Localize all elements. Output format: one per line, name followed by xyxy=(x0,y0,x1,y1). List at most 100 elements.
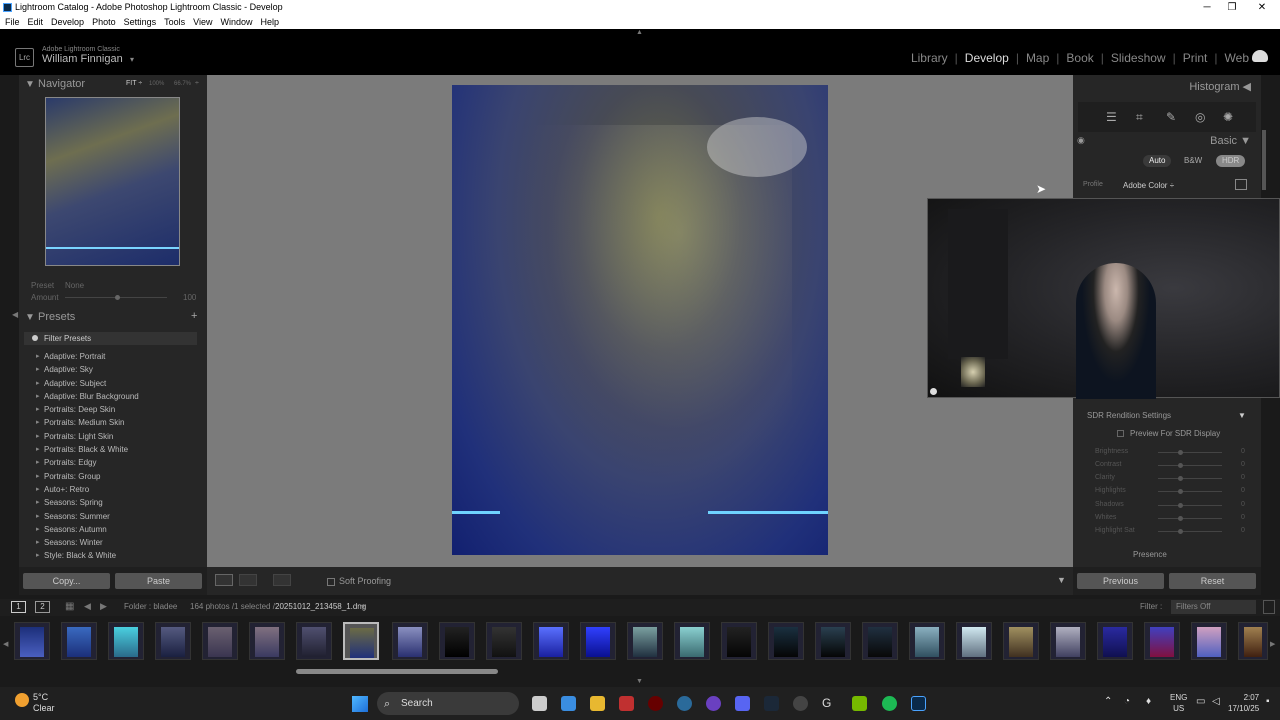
identity-dropdown-icon[interactable]: ▾ xyxy=(130,55,134,64)
module-slideshow[interactable]: Slideshow xyxy=(1111,51,1166,65)
treatment-auto[interactable]: Auto xyxy=(1143,155,1172,167)
reset-button[interactable]: Reset xyxy=(1169,573,1256,589)
filmstrip-thumb[interactable] xyxy=(580,622,616,660)
filmstrip-scrollbar[interactable] xyxy=(296,669,498,674)
whites-slider[interactable] xyxy=(1158,518,1222,519)
redeye-icon[interactable]: ◎ xyxy=(1195,110,1205,124)
preset-group[interactable]: Portraits: Deep Skin xyxy=(29,403,200,417)
clock[interactable]: 2:07 17/10/25 xyxy=(1228,692,1259,714)
network-icon[interactable]: ▭ xyxy=(1196,696,1205,707)
discord-icon[interactable] xyxy=(735,696,750,711)
selected-filename[interactable]: 20251012_213458_1.dng xyxy=(275,602,366,611)
sdr-preview-checkbox[interactable] xyxy=(1117,430,1124,437)
filmstrip-thumb[interactable] xyxy=(1238,622,1268,660)
preset-group[interactable]: Adaptive: Subject xyxy=(29,377,200,391)
menu-photo[interactable]: Photo xyxy=(92,15,116,29)
menu-develop[interactable]: Develop xyxy=(51,15,84,29)
filmstrip-thumb[interactable] xyxy=(439,622,475,660)
menu-window[interactable]: Window xyxy=(221,15,253,29)
notification-icon[interactable]: ▪ xyxy=(1266,696,1270,707)
lightroom-taskbar-icon[interactable] xyxy=(911,696,926,711)
tray-overflow-icon[interactable]: ⌃ xyxy=(1104,696,1112,707)
filter-presets-input[interactable]: Filter Presets xyxy=(24,332,197,345)
nvidia-icon[interactable] xyxy=(852,696,867,711)
module-print[interactable]: Print xyxy=(1183,51,1208,65)
filmstrip-thumb[interactable] xyxy=(674,622,710,660)
previous-button[interactable]: Previous xyxy=(1077,573,1164,589)
maximize-button[interactable]: ❐ xyxy=(1220,0,1244,15)
slider-knob[interactable] xyxy=(1178,516,1183,521)
file-explorer-icon[interactable] xyxy=(590,696,605,711)
taskbar-search[interactable]: ⌕ Search xyxy=(377,692,519,715)
main-photo[interactable] xyxy=(452,85,828,555)
filename-dropdown-icon[interactable]: ▾ xyxy=(361,602,365,611)
presets-title[interactable]: Presets xyxy=(38,311,75,323)
opera-icon[interactable] xyxy=(648,696,663,711)
contrast-slider[interactable] xyxy=(1158,465,1222,466)
filter-lock-icon[interactable] xyxy=(1263,600,1275,614)
slider-knob[interactable] xyxy=(1178,450,1183,455)
add-preset-button[interactable]: + xyxy=(191,310,197,322)
module-map[interactable]: Map xyxy=(1026,51,1049,65)
menu-tools[interactable]: Tools xyxy=(164,15,185,29)
filmstrip-thumb[interactable] xyxy=(1050,622,1086,660)
preset-group[interactable]: Seasons: Autumn xyxy=(29,523,200,537)
soft-proofing-checkbox[interactable] xyxy=(327,577,335,586)
soft-proofing-toggle[interactable]: Soft Proofing xyxy=(327,576,391,586)
spotify-icon[interactable] xyxy=(882,696,897,711)
app-icon[interactable] xyxy=(706,696,721,711)
filmstrip-thumb[interactable] xyxy=(14,622,50,660)
before-after-icon[interactable] xyxy=(239,574,257,586)
module-develop[interactable]: Develop xyxy=(965,51,1009,65)
amount-slider-knob[interactable] xyxy=(115,295,120,300)
filmstrip-thumb[interactable] xyxy=(1144,622,1180,660)
collapse-bottom-icon[interactable]: ▼ xyxy=(636,678,643,685)
filmstrip-thumb[interactable] xyxy=(1097,622,1133,660)
weather-desc[interactable]: Clear xyxy=(33,703,55,713)
filmstrip-thumb[interactable] xyxy=(909,622,945,660)
cloud-sync-icon[interactable] xyxy=(1252,50,1268,62)
filmstrip-thumb[interactable] xyxy=(533,622,569,660)
preset-group[interactable]: Style: Black & White xyxy=(29,549,200,563)
edit-sliders-icon[interactable]: ☰ xyxy=(1106,110,1117,124)
app-icon[interactable] xyxy=(619,696,634,711)
preset-group[interactable]: Adaptive: Blur Background xyxy=(29,390,200,404)
paste-button[interactable]: Paste xyxy=(115,573,202,589)
preset-group[interactable]: Portraits: Group xyxy=(29,470,200,484)
filmstrip-thumb[interactable] xyxy=(1191,622,1227,660)
filmstrip-left-icon[interactable]: ◀ xyxy=(3,640,8,648)
sdr-title[interactable]: SDR Rendition Settings xyxy=(1087,411,1171,420)
preset-none-value[interactable]: None xyxy=(65,281,84,290)
preset-group[interactable]: Auto+: Retro xyxy=(29,483,200,497)
main-window-button[interactable]: 1 xyxy=(11,601,26,613)
copy-button[interactable]: Copy... xyxy=(23,573,110,589)
back-arrow-icon[interactable]: ◀ xyxy=(84,601,91,612)
preset-group[interactable]: Portraits: Edgy xyxy=(29,456,200,470)
zoom-667[interactable]: 66.7% xyxy=(174,81,191,87)
presets-toggle-icon[interactable]: ▼ xyxy=(25,312,35,323)
menu-help[interactable]: Help xyxy=(261,15,280,29)
treatment-hdr[interactable]: HDR xyxy=(1216,155,1246,167)
steam-icon[interactable] xyxy=(764,696,779,711)
module-book[interactable]: Book xyxy=(1066,51,1093,65)
preset-group[interactable]: Adaptive: Sky xyxy=(29,363,200,377)
microphone-icon[interactable]: ♦ xyxy=(1146,696,1151,707)
right-panel-scrollbar[interactable] xyxy=(1262,130,1266,190)
filmstrip-thumb[interactable] xyxy=(249,622,285,660)
grid-view-icon[interactable]: ▦ xyxy=(65,601,74,612)
menu-view[interactable]: View xyxy=(193,15,212,29)
windows-start-icon[interactable] xyxy=(352,696,368,712)
navigator-preview[interactable] xyxy=(45,97,180,266)
filmstrip-thumb[interactable] xyxy=(1003,622,1039,660)
treatment-bw[interactable]: B&W xyxy=(1178,155,1208,167)
minimize-button[interactable]: ─ xyxy=(1195,0,1219,15)
eye-icon[interactable]: ◉ xyxy=(1077,135,1085,146)
filmstrip-thumb[interactable] xyxy=(862,622,898,660)
presence-section-title[interactable]: Presence xyxy=(1133,550,1167,559)
tray-app-icon[interactable]: ◔ xyxy=(1124,696,1130,707)
second-window-button[interactable]: 2 xyxy=(35,601,50,613)
shadows-slider[interactable] xyxy=(1158,505,1222,506)
folder-source[interactable]: Folder : bladee xyxy=(124,602,177,611)
slider-knob[interactable] xyxy=(1178,476,1183,481)
zoom-fit[interactable]: FIT ÷ xyxy=(126,80,142,87)
